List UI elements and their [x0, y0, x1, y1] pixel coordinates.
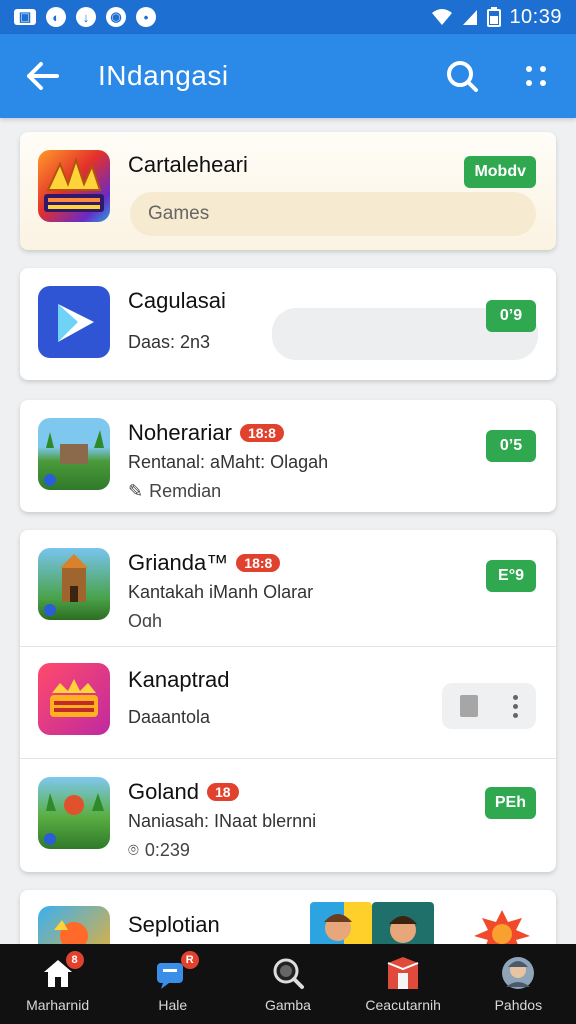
action-button[interactable]: E°9	[486, 560, 536, 592]
category-field[interactable]: Games	[130, 192, 536, 236]
app-bar: INdangasi	[0, 34, 576, 118]
rating-badge: 18	[206, 783, 239, 801]
avatar	[372, 902, 434, 944]
info-notification-icon: •	[136, 7, 156, 27]
arrow-left-icon	[27, 62, 59, 90]
app-name: Noherariar	[128, 420, 232, 445]
app-subtitle: Kantakah iManh Olarar	[128, 582, 314, 602]
app-detail: 0:239	[144, 840, 190, 860]
notification-badge: 8	[65, 951, 84, 969]
list-item[interactable]: Kanaptrad Daaantola	[20, 646, 556, 758]
app-detail: Oɑh	[128, 611, 163, 631]
more-options-button[interactable]	[516, 56, 556, 96]
app-icon	[38, 777, 110, 849]
search-icon	[447, 61, 478, 92]
avatar	[310, 902, 372, 944]
app-icon	[38, 663, 110, 735]
search-button[interactable]	[442, 56, 482, 96]
category-field-label: Games	[148, 203, 210, 224]
status-clock: 10:39	[509, 5, 562, 28]
nav-item-profile[interactable]: Pahdos	[463, 955, 573, 1013]
nav-item-store[interactable]: Ceacutarnih	[348, 955, 458, 1013]
list-item[interactable]: Goland 18 Naniasah: INaat blernni ⌾ 0:239 …	[20, 758, 556, 870]
list-item[interactable]: Seplotian	[20, 890, 556, 944]
list-item[interactable]: Grianda™ 18:8 Kantakah iManh Olarar Oɑh E…	[20, 530, 556, 646]
bottom-nav: 8 Marharnid R Hale Gamba Ceacutarnih Pah…	[0, 944, 576, 1024]
app-icon	[38, 150, 110, 222]
nav-item-home[interactable]: 8 Marharnid	[3, 951, 113, 1013]
app-subtitle: Naniasah: INaat blernni	[128, 811, 317, 831]
signal-icon	[463, 10, 478, 25]
decorative-character-icon	[466, 906, 538, 944]
rating-badge: 18:8	[236, 554, 281, 572]
nav-label: Marharnid	[26, 997, 90, 1013]
action-button[interactable]: 0ʼ5	[486, 430, 536, 462]
app-list[interactable]: Cartaleheari Games Mobdv Cagulasai Daas:…	[0, 118, 576, 944]
store-icon	[383, 955, 423, 991]
app-icon	[38, 906, 110, 944]
sync-notification-icon: ◉	[106, 7, 126, 27]
back-button[interactable]	[20, 54, 64, 98]
app-group-card: Grianda™ 18:8 Kantakah iManh Olarar Oɑh E…	[20, 530, 556, 872]
home-icon: 8	[38, 951, 84, 991]
list-item[interactable]: Noherariar 18:8 Rentanal: aMaht: Olagah ✎…	[20, 400, 556, 512]
nav-label: Pahdos	[494, 997, 543, 1013]
options-chip[interactable]	[442, 683, 536, 729]
nav-label: Hale	[158, 997, 188, 1013]
status-bar: ▣ ◐ ↓ ◉ • 10:39	[0, 0, 576, 34]
page-title: INdangasi	[98, 60, 229, 91]
nav-item-chat[interactable]: R Hale	[118, 951, 228, 1013]
list-item[interactable]: Cartaleheari Games Mobdv	[20, 132, 556, 250]
chat-icon: R	[153, 951, 199, 991]
nav-label: Ceacutarnih	[365, 997, 441, 1013]
app-name: Goland	[128, 779, 199, 804]
app-subtitle: Rentanal: aMaht: Olagah	[128, 452, 329, 472]
download-notification-icon: ↓	[76, 7, 96, 27]
profile-icon	[498, 955, 538, 991]
stop-icon	[459, 695, 478, 717]
app-icon	[38, 286, 110, 358]
action-button[interactable]: 0ʼ9	[486, 300, 536, 332]
wifi-icon	[432, 9, 453, 25]
location-pin-icon: ⌾	[128, 840, 139, 860]
image-notification-icon: ▣	[14, 9, 36, 25]
nav-label: Gamba	[265, 997, 311, 1013]
more-vertical-icon[interactable]	[513, 694, 519, 718]
action-button[interactable]: PEh	[484, 787, 536, 819]
rating-badge: 18:8	[239, 424, 284, 442]
grid-dots-icon	[526, 66, 546, 86]
action-button[interactable]: Mobdv	[464, 156, 536, 188]
app-icon	[38, 548, 110, 620]
pen-icon: ✎	[128, 481, 144, 501]
nav-item-search[interactable]: Gamba	[233, 955, 343, 1013]
list-item[interactable]: Cagulasai Daas: 2n3 0ʼ9	[20, 268, 556, 380]
notification-badge: R	[180, 951, 199, 969]
search-icon	[268, 955, 308, 991]
battery-icon	[487, 7, 502, 27]
app-detail: Remdian	[149, 481, 222, 501]
app-icon	[38, 418, 110, 490]
app-name: Grianda™	[128, 550, 229, 575]
app-notification-icon: ◐	[46, 7, 66, 27]
